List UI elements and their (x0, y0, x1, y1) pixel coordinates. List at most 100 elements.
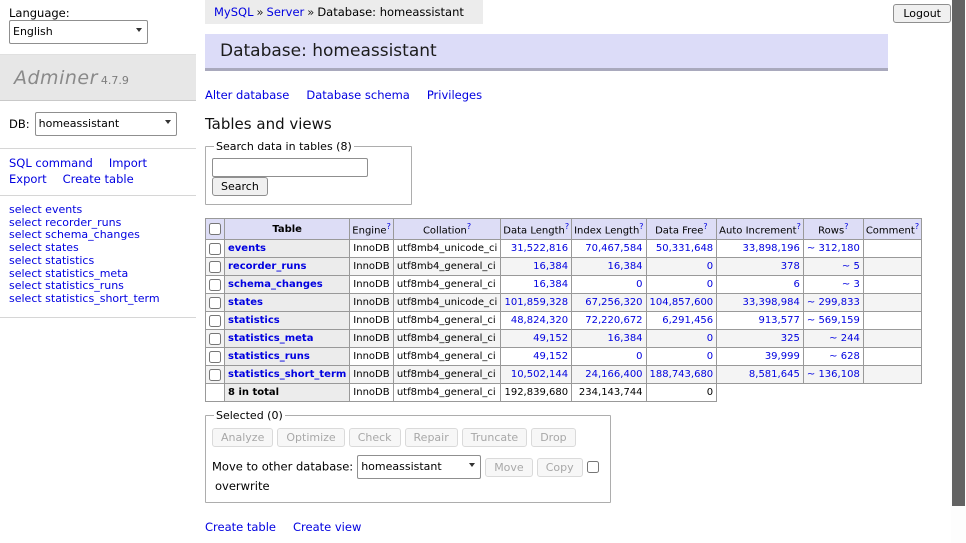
help-link-icon[interactable]: ? (467, 222, 471, 231)
create-table-link[interactable]: Create table (205, 520, 276, 534)
index-length-link[interactable]: 16,384 (608, 333, 643, 344)
data-length-link[interactable]: 16,384 (533, 261, 568, 272)
drop-button[interactable]: Drop (531, 428, 575, 447)
data-free-link[interactable]: 6,291,456 (662, 315, 713, 326)
data-free-link[interactable]: 0 (707, 333, 713, 344)
help-link-icon[interactable]: ? (703, 222, 707, 231)
db-select[interactable]: homeassistant (35, 112, 177, 136)
sidebar-item-select-statistics-meta[interactable]: select statistics_meta (9, 267, 128, 280)
help-link-icon[interactable]: ? (797, 222, 801, 231)
table-link[interactable]: statistics_short_term (228, 369, 346, 380)
repair-button[interactable]: Repair (405, 428, 458, 447)
logout-button[interactable]: Logout (893, 4, 951, 23)
row-checkbox[interactable] (209, 243, 221, 255)
data-length-link[interactable]: 16,384 (533, 279, 568, 290)
table-link[interactable]: events (228, 243, 266, 254)
auto-increment-link[interactable]: 325 (781, 333, 800, 344)
index-length-link[interactable]: 0 (636, 351, 642, 362)
index-length-link[interactable]: 16,384 (608, 261, 643, 272)
help-link-icon[interactable]: ? (915, 222, 919, 231)
move-button[interactable]: Move (485, 458, 533, 477)
index-length-link[interactable]: 67,256,320 (585, 297, 642, 308)
rows-count-link[interactable]: ~ 3 (842, 279, 860, 290)
copy-button[interactable]: Copy (537, 458, 583, 477)
table-link[interactable]: statistics_runs (228, 351, 310, 362)
data-free-link[interactable]: 0 (707, 351, 713, 362)
sidebar-item-select-events[interactable]: select events (9, 203, 82, 216)
auto-increment-link[interactable]: 33,898,196 (743, 243, 800, 254)
sidebar-link-import[interactable]: Import (109, 156, 147, 170)
auto-increment-link[interactable]: 33,398,984 (743, 297, 800, 308)
rows-count-link[interactable]: ~ 299,833 (807, 297, 860, 308)
sidebar-item-select-statistics-short-term[interactable]: select statistics_short_term (9, 292, 160, 305)
data-free-link[interactable]: 188,743,680 (650, 369, 714, 380)
sidebar-item-select-states[interactable]: select states (9, 241, 79, 254)
check-button[interactable]: Check (349, 428, 401, 447)
create-view-link[interactable]: Create view (293, 520, 361, 534)
table-link[interactable]: recorder_runs (228, 261, 306, 272)
sidebar-link-sql-command[interactable]: SQL command (9, 156, 93, 170)
data-free-link[interactable]: 0 (707, 279, 713, 290)
help-link-icon[interactable]: ? (844, 222, 848, 231)
help-link-icon[interactable]: ? (387, 222, 391, 231)
sidebar-link-create-table[interactable]: Create table (63, 172, 134, 186)
sidebar-item-select-recorder-runs[interactable]: select recorder_runs (9, 216, 121, 229)
table-link[interactable]: schema_changes (228, 279, 323, 290)
row-checkbox[interactable] (209, 333, 221, 345)
index-length-link[interactable]: 24,166,400 (585, 369, 642, 380)
rows-count-link[interactable]: ~ 628 (829, 351, 860, 362)
row-checkbox[interactable] (209, 351, 221, 363)
data-length-link[interactable]: 49,152 (533, 351, 568, 362)
data-length-link[interactable]: 101,859,328 (504, 297, 568, 308)
data-free-link[interactable]: 104,857,600 (650, 297, 714, 308)
language-select[interactable]: English (9, 20, 148, 44)
search-input[interactable] (212, 158, 368, 177)
auto-increment-link[interactable]: 913,577 (758, 315, 799, 326)
scrollbar-track[interactable] (951, 0, 966, 543)
row-checkbox[interactable] (209, 261, 221, 273)
breadcrumb-server-link[interactable]: Server (267, 5, 305, 19)
index-length-link[interactable]: 70,467,584 (585, 243, 642, 254)
table-link[interactable]: statistics_meta (228, 333, 313, 344)
data-free-link[interactable]: 50,331,648 (656, 243, 713, 254)
app-logo[interactable]: Adminer4.7.9 (0, 54, 196, 101)
rows-count-link[interactable]: ~ 244 (829, 333, 860, 344)
sidebar-item-select-schema-changes[interactable]: select schema_changes (9, 228, 140, 241)
optimize-button[interactable]: Optimize (277, 428, 344, 447)
index-length-link[interactable]: 72,220,672 (585, 315, 642, 326)
scrollbar-thumb[interactable] (952, 0, 965, 506)
sidebar-link-export[interactable]: Export (9, 172, 47, 186)
row-checkbox[interactable] (209, 369, 221, 381)
rows-count-link[interactable]: ~ 312,180 (807, 243, 860, 254)
move-database-select[interactable]: homeassistant (357, 455, 481, 479)
auto-increment-link[interactable]: 6 (793, 279, 799, 290)
row-checkbox[interactable] (209, 297, 221, 309)
data-length-link[interactable]: 31,522,816 (511, 243, 568, 254)
auto-increment-link[interactable]: 39,999 (765, 351, 800, 362)
sidebar-item-select-statistics[interactable]: select statistics (9, 254, 94, 267)
table-link[interactable]: statistics (228, 315, 280, 326)
privileges-link[interactable]: Privileges (427, 88, 482, 102)
rows-count-link[interactable]: ~ 569,159 (807, 315, 860, 326)
data-length-link[interactable]: 10,502,144 (511, 369, 568, 380)
overwrite-checkbox[interactable] (587, 461, 599, 473)
rows-count-link[interactable]: ~ 5 (842, 261, 860, 272)
index-length-link[interactable]: 0 (636, 279, 642, 290)
breadcrumb-mysql-link[interactable]: MySQL (214, 5, 254, 19)
data-free-link[interactable]: 0 (707, 261, 713, 272)
sidebar-item-select-statistics-runs[interactable]: select statistics_runs (9, 279, 124, 292)
rows-count-link[interactable]: ~ 136,108 (807, 369, 860, 380)
data-length-link[interactable]: 48,824,320 (511, 315, 568, 326)
row-checkbox[interactable] (209, 315, 221, 327)
select-all-checkbox[interactable] (209, 223, 221, 235)
help-link-icon[interactable]: ? (565, 222, 569, 231)
database-schema-link[interactable]: Database schema (306, 88, 409, 102)
data-length-link[interactable]: 49,152 (533, 333, 568, 344)
help-link-icon[interactable]: ? (639, 222, 643, 231)
auto-increment-link[interactable]: 8,581,645 (749, 369, 800, 380)
truncate-button[interactable]: Truncate (462, 428, 527, 447)
search-button[interactable]: Search (212, 177, 268, 196)
table-link[interactable]: states (228, 297, 263, 308)
row-checkbox[interactable] (209, 279, 221, 291)
alter-database-link[interactable]: Alter database (205, 88, 289, 102)
